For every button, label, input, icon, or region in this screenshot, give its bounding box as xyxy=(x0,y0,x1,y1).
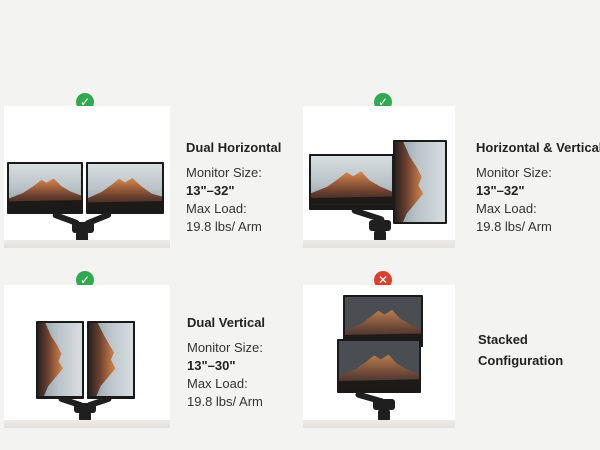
monitor-size-value: 13"–32" xyxy=(186,183,235,198)
monitor-size-value: 13"–30" xyxy=(187,358,236,373)
max-load-value: 19.8 lbs/ Arm xyxy=(186,219,262,234)
landscape-monitor xyxy=(309,154,394,210)
pole xyxy=(378,409,390,422)
config-title-line2: Configuration xyxy=(478,353,564,368)
dual-horizontal-image xyxy=(4,106,170,248)
config-title: Horizontal & Vertical xyxy=(476,140,600,155)
dual-horizontal-info: Dual Horizontal Monitor Size: 13"–32" Ma… xyxy=(186,140,281,234)
max-load-label: Max Load: xyxy=(186,201,247,216)
monitor-size-value: 13"–32" xyxy=(476,183,525,198)
monitor-size-label: Monitor Size: xyxy=(476,165,552,180)
max-load-label: Max Load: xyxy=(476,201,537,216)
max-load-label: Max Load: xyxy=(187,376,248,391)
dual-vertical-image xyxy=(4,285,170,428)
portrait-monitor xyxy=(393,140,447,224)
right-monitor xyxy=(86,162,164,214)
horizontal-vertical-info: Horizontal & Vertical Monitor Size: 13"–… xyxy=(476,140,600,234)
dual-vertical-info: Dual Vertical Monitor Size: 13"–30" Max … xyxy=(187,315,265,409)
max-load-value: 19.8 lbs/ Arm xyxy=(476,219,552,234)
horizontal-vertical-image xyxy=(303,106,455,248)
bottom-monitor xyxy=(337,339,421,393)
stacked-info: Stacked Configuration xyxy=(478,332,563,368)
config-title: Dual Vertical xyxy=(187,315,266,330)
left-monitor xyxy=(36,321,84,399)
right-monitor xyxy=(87,321,135,399)
stacked-image xyxy=(303,285,455,428)
monitor-size-label: Monitor Size: xyxy=(187,340,263,355)
pole xyxy=(79,411,91,422)
max-load-value: 19.8 lbs/ Arm xyxy=(187,394,263,409)
pole xyxy=(76,231,88,243)
left-monitor xyxy=(7,162,83,214)
monitor-size-label: Monitor Size: xyxy=(186,165,262,180)
pole xyxy=(374,230,386,242)
config-title: Dual Horizontal xyxy=(186,140,282,155)
config-title-line1: Stacked xyxy=(478,332,528,347)
